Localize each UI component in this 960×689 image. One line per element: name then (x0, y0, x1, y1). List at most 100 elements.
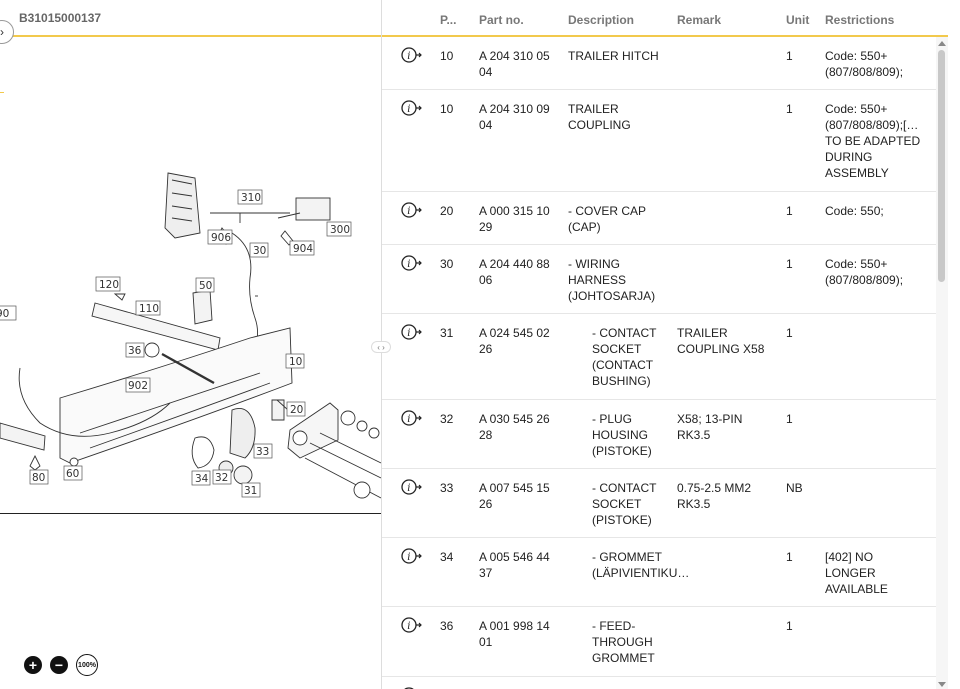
callout-90: 90 (0, 305, 17, 321)
zoom-reset-button[interactable]: 100% (76, 654, 98, 676)
svg-text:33: 33 (256, 446, 269, 458)
svg-text:i: i (407, 621, 410, 632)
cell-position: 32 (440, 412, 454, 426)
exploded-diagram[interactable]: 310 300 906 30 904 120 50 110 90 36 902 … (0, 38, 381, 514)
zoom-out-button[interactable]: − (50, 656, 68, 674)
cell-part-no[interactable]: A 204 440 88 06 (479, 256, 559, 288)
cell-description: - GROMMET (LÄPIVIENTIKU… (592, 550, 690, 580)
zoom-in-button[interactable]: + (24, 656, 42, 674)
table-row[interactable]: i 32 A 030 545 26 28 - PLUG HOUSING (PIS… (382, 400, 936, 469)
cell-restrictions: Code: 550+ (807/808/809);[… TO BE ADAPTE… (825, 102, 921, 180)
table-row[interactable]: i (382, 677, 936, 689)
table-body: i 10 A 204 310 05 04 TRAILER HITCH 1 Cod… (382, 37, 936, 689)
info-link-icon[interactable]: i (401, 547, 423, 565)
cell-unit: 1 (786, 412, 793, 426)
svg-text:904: 904 (293, 243, 313, 255)
table-row[interactable]: i 31 A 024 545 02 26 - CONTACT SOCKET (C… (382, 314, 936, 400)
cell-part-no[interactable]: A 001 998 14 01 (479, 618, 559, 650)
info-link-icon[interactable]: i (401, 99, 423, 117)
callout-80: 80 (29, 469, 49, 485)
svg-text:310: 310 (241, 192, 261, 204)
table-row[interactable]: i 33 A 007 545 15 26 - CONTACT SOCKET (P… (382, 469, 936, 538)
callout-60: 60 (63, 465, 83, 481)
table-header: P... Part no. Description Remark Unit Re… (382, 0, 948, 37)
scroll-down-icon[interactable] (938, 682, 946, 687)
svg-text:i: i (407, 206, 410, 217)
cell-unit: 1 (786, 204, 793, 218)
header-unit[interactable]: Unit (786, 13, 809, 27)
cell-position: 31 (440, 326, 454, 340)
callout-906: 906 (207, 229, 233, 245)
callout-310: 310 (237, 189, 263, 205)
cell-description: - PLUG HOUSING (PISTOKE) (592, 412, 652, 458)
table-row[interactable]: i 10 A 204 310 05 04 TRAILER HITCH 1 Cod… (382, 37, 936, 90)
table-row[interactable]: i 30 A 204 440 88 06 - WIRING HARNESS (J… (382, 245, 936, 314)
header-part-no[interactable]: Part no. (479, 13, 524, 27)
cell-position: 10 (440, 102, 454, 116)
info-link-icon[interactable]: i (401, 254, 423, 272)
header-description[interactable]: Description (568, 13, 634, 27)
header-restrictions[interactable]: Restrictions (825, 13, 894, 27)
cell-description: TRAILER HITCH (568, 49, 659, 63)
callout-34: 34 (191, 470, 211, 486)
table-row[interactable]: i 20 A 000 315 10 29 - COVER CAP (CAP) 1… (382, 192, 936, 245)
table-row[interactable]: i 10 A 204 310 09 04 TRAILER COUPLING 1 … (382, 90, 936, 192)
table-row[interactable]: i 34 A 005 546 44 37 - GROMMET (LÄPIVIEN… (382, 538, 936, 607)
info-link-icon[interactable]: i (401, 323, 423, 341)
zoom-controls: + − 100% (24, 654, 98, 676)
cell-position: 10 (440, 49, 454, 63)
cell-part-no[interactable]: A 005 546 44 37 (479, 549, 559, 581)
callout-10: 10 (285, 353, 305, 369)
table-row[interactable]: i 36 A 001 998 14 01 - FEED-THROUGH GROM… (382, 607, 936, 677)
cell-remark: TRAILER COUPLING X58 (677, 326, 765, 356)
callout-120: 120 (95, 276, 121, 292)
cell-unit: 1 (786, 257, 793, 271)
diagram-pane: B31015000137 › 310 300 906 30 904 120 50… (0, 0, 381, 689)
scroll-up-icon[interactable] (938, 41, 946, 46)
info-link-icon[interactable]: i (401, 201, 423, 219)
svg-text:20: 20 (290, 404, 303, 416)
cell-description: - FEED-THROUGH GROMMET (592, 619, 655, 665)
cell-restrictions: Code: 550+ (807/808/809); (825, 257, 904, 287)
svg-text:60: 60 (66, 468, 79, 480)
svg-text:i: i (407, 414, 410, 425)
cell-position: 34 (440, 550, 454, 564)
svg-text:32: 32 (215, 472, 228, 484)
info-link-icon[interactable]: i (401, 409, 423, 427)
cell-part-no[interactable]: A 030 545 26 28 (479, 411, 559, 443)
callout-20: 20 (286, 401, 306, 417)
header-position[interactable]: P... (440, 13, 456, 27)
svg-text:906: 906 (211, 232, 231, 244)
cell-part-no[interactable]: A 204 310 09 04 (479, 101, 559, 133)
svg-text:300: 300 (330, 224, 350, 236)
info-link-icon[interactable]: i (401, 616, 423, 634)
cell-position: 20 (440, 204, 454, 218)
svg-text:902: 902 (128, 380, 148, 392)
svg-text:i: i (407, 259, 410, 270)
svg-text:i: i (407, 552, 410, 563)
header-remark[interactable]: Remark (677, 13, 721, 27)
callout-36: 36 (125, 342, 145, 358)
cell-position: 36 (440, 619, 454, 633)
info-link-icon[interactable]: i (401, 46, 423, 64)
right-gutter (948, 0, 960, 689)
cell-restrictions: [402] NO LONGER AVAILABLE (825, 550, 888, 596)
cell-part-no[interactable]: A 007 545 15 26 (479, 480, 559, 512)
cell-part-no[interactable]: A 024 545 02 26 (479, 325, 559, 357)
callout-50: 50 (195, 277, 215, 293)
cell-part-no[interactable]: A 000 315 10 29 (479, 203, 559, 235)
cell-restrictions: Code: 550; (825, 204, 884, 218)
svg-text:i: i (407, 104, 410, 115)
svg-text:80: 80 (32, 472, 45, 484)
cell-position: 33 (440, 481, 454, 495)
cell-part-no[interactable]: A 204 310 05 04 (479, 48, 559, 80)
callout-300: 300 (326, 221, 352, 237)
callout-32: 32 (212, 469, 232, 485)
scrollbar-thumb[interactable] (938, 50, 945, 282)
callout-31: 31 (241, 482, 261, 498)
info-link-icon[interactable]: i (401, 478, 423, 496)
svg-text:30: 30 (253, 245, 266, 257)
callout-33: 33 (253, 443, 273, 459)
svg-text:120: 120 (99, 279, 119, 291)
cell-description: - CONTACT SOCKET (CONTACT BUSHING) (592, 326, 657, 388)
